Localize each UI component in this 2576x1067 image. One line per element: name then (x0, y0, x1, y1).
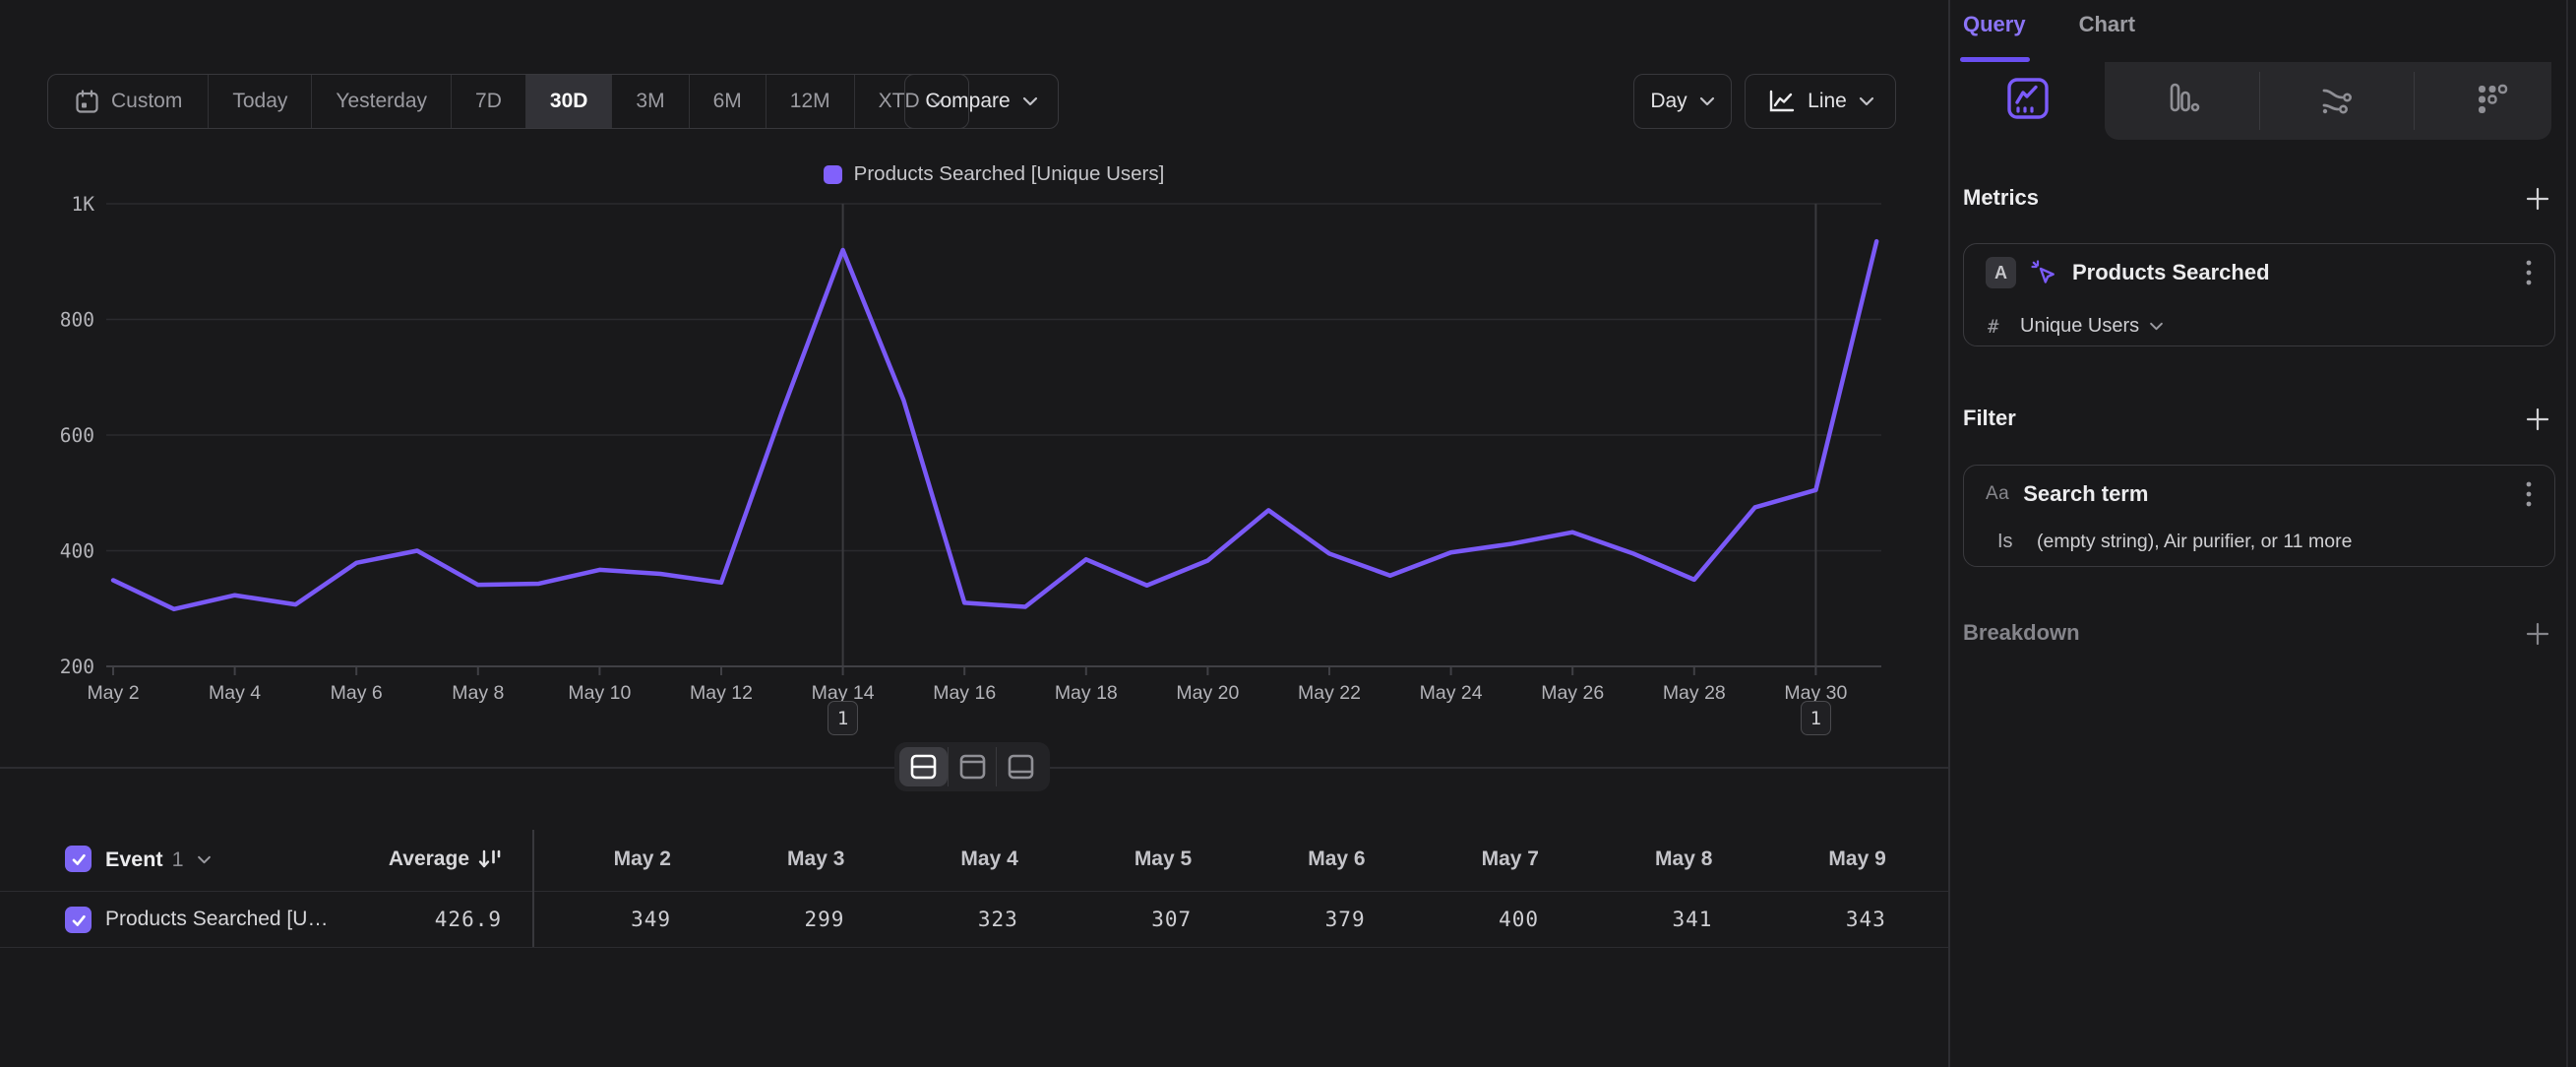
query-panel: Query Chart Metrics (1950, 0, 2576, 1067)
table-value-cell: 341 (1555, 908, 1712, 931)
average-value: 426.9 (325, 908, 502, 931)
svg-text:400: 400 (60, 540, 94, 563)
table-row: Products Searched [Unique Users] 426.9 3… (0, 892, 1948, 948)
table-date-header[interactable]: May 5 (1034, 847, 1192, 871)
series-letter-badge: A (1986, 257, 2016, 288)
annotation-badge[interactable]: 1 (828, 701, 858, 735)
main-area: CustomTodayYesterday7D30D3M6M12MXTD Comp… (0, 0, 1948, 1067)
flows-tab[interactable] (2259, 62, 2414, 140)
table-value-cell: 343 (1729, 908, 1886, 931)
table-date-header[interactable]: May 3 (687, 847, 844, 871)
svg-text:May 20: May 20 (1176, 682, 1239, 704)
metric-card[interactable]: A Products Searched # Unique Users (1963, 243, 2555, 346)
svg-text:May 24: May 24 (1420, 682, 1483, 704)
breakdown-heading: Breakdown (1963, 620, 2080, 646)
layout-table-only-button[interactable] (996, 747, 1045, 786)
svg-text:May 6: May 6 (331, 682, 383, 704)
svg-text:May 10: May 10 (568, 682, 631, 704)
layout-chart-only-button[interactable] (948, 747, 997, 786)
select-all-checkbox[interactable] (65, 846, 92, 872)
svg-text:May 16: May 16 (933, 682, 996, 704)
table-value-cell: 299 (687, 908, 844, 931)
table-date-header[interactable]: May 7 (1381, 847, 1539, 871)
legend-label: Products Searched [Unique Users] (854, 162, 1165, 186)
chart-legend: Products Searched [Unique Users] (106, 160, 1881, 188)
svg-text:May 26: May 26 (1541, 682, 1604, 704)
svg-text:May 2: May 2 (87, 682, 139, 704)
svg-text:May 8: May 8 (452, 682, 504, 704)
table-date-header[interactable]: May 4 (861, 847, 1018, 871)
chevron-down-icon (197, 855, 212, 864)
number-icon: # (1988, 316, 2020, 338)
table-value-cell: 400 (1381, 908, 1539, 931)
table-date-header[interactable]: May 8 (1555, 847, 1712, 871)
filter-value[interactable]: (empty string), Air purifier, or 11 more (2037, 531, 2352, 553)
svg-text:200: 200 (60, 656, 94, 678)
insights-line-icon (2005, 76, 2051, 126)
table-value-cell: 349 (514, 908, 671, 931)
average-sort-header[interactable]: Average (325, 847, 502, 871)
event-sparkle-cursor-icon (2028, 257, 2059, 288)
insights-tab[interactable] (1950, 62, 2105, 140)
text-type-icon: Aa (1986, 483, 2009, 505)
layout-split-button[interactable] (899, 747, 948, 786)
flow-icon (2317, 79, 2357, 123)
line-chart: 1K 800 600 400 200 May 2 May 4 May 6 May 8 May 10… (0, 0, 1948, 778)
sort-descending-icon (477, 847, 502, 871)
retention-tab[interactable] (2414, 62, 2568, 140)
aggregation-label: Unique Users (2020, 315, 2139, 338)
chart-type-tabs (1950, 62, 2568, 140)
kebab-menu-icon[interactable] (2525, 258, 2533, 287)
kebab-menu-icon[interactable] (2525, 479, 2533, 509)
chart-canvas: 1K 800 600 400 200 May 2 May 4 May 6 May 8 May 10… (0, 0, 1948, 778)
table-value-cell: 379 (1208, 908, 1366, 931)
filter-heading: Filter (1963, 406, 2016, 431)
row-checkbox[interactable] (65, 907, 92, 933)
svg-text:May 22: May 22 (1298, 682, 1361, 704)
row-label: Products Searched [Unique Users] (105, 908, 337, 931)
panel-tabs: Query Chart (1963, 12, 2135, 37)
average-label: Average (389, 847, 469, 871)
funnels-tab[interactable] (2105, 62, 2259, 140)
table-date-header[interactable]: May 6 (1208, 847, 1366, 871)
add-breakdown-button[interactable] (2523, 619, 2552, 649)
svg-text:May 18: May 18 (1055, 682, 1118, 704)
table-date-header[interactable]: May 2 (514, 847, 671, 871)
active-tab-underline (1960, 57, 2030, 62)
event-label-text: Event (105, 847, 163, 872)
aggregation-dropdown[interactable]: Unique Users (2020, 315, 2164, 338)
filter-card[interactable]: Aa Search term Is (empty string), Air pu… (1963, 465, 2555, 567)
annotation-badge[interactable]: 1 (1801, 701, 1831, 735)
table-value-cell: 323 (861, 908, 1018, 931)
table-date-header[interactable]: May 9 (1729, 847, 1886, 871)
add-filter-button[interactable] (2523, 405, 2552, 434)
layout-toggle-group (894, 742, 1050, 791)
table-value-cell: 307 (1034, 908, 1192, 931)
svg-text:May 28: May 28 (1663, 682, 1726, 704)
tab-chart[interactable]: Chart (2079, 12, 2135, 37)
filter-property-name: Search term (2023, 481, 2525, 507)
bar-chart-icon (2164, 80, 2201, 122)
metric-event-name: Products Searched (2072, 260, 2525, 285)
chevron-down-icon (2149, 322, 2164, 331)
dots-grid-icon (2473, 80, 2510, 122)
tab-query[interactable]: Query (1963, 12, 2026, 37)
scrollbar-gutter (2566, 0, 2568, 1067)
event-dropdown[interactable]: Event 1 (105, 847, 212, 872)
filter-operator[interactable]: Is (1997, 531, 2037, 553)
svg-text:600: 600 (60, 424, 94, 447)
svg-text:May 4: May 4 (209, 682, 261, 704)
svg-text:May 12: May 12 (690, 682, 753, 704)
svg-text:1K: 1K (72, 193, 95, 216)
metrics-heading: Metrics (1963, 185, 2039, 211)
table-header-row: Event 1 Average May 2 May 3 May 4 May 5 May … (0, 827, 1948, 892)
legend-swatch (824, 165, 842, 184)
event-count: 1 (172, 847, 184, 872)
add-metric-button[interactable] (2523, 184, 2552, 214)
svg-text:800: 800 (60, 309, 94, 332)
